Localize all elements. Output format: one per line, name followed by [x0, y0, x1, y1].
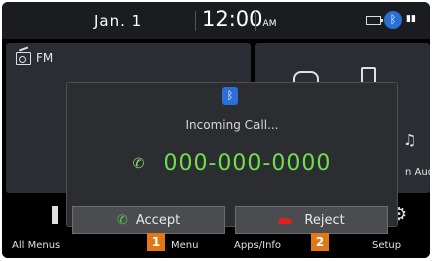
phone-reject-icon: [278, 217, 293, 224]
media-source-label: n Audio: [405, 167, 430, 178]
all-menus-icon: [52, 206, 66, 224]
reject-button[interactable]: Reject: [235, 206, 388, 234]
status-time: 12:00AM: [202, 7, 277, 31]
bluetooth-audio-icon: ♫: [403, 131, 417, 149]
callout-2: 2: [311, 233, 329, 251]
bluetooth-icon: ᛒ: [222, 87, 238, 105]
callout-1: 1: [147, 233, 165, 251]
menu-item-menu[interactable]: Menu: [171, 240, 198, 251]
status-bar: Jan. 1 12:00AM ᛒ ▮▮: [2, 2, 430, 39]
radio-band-label: FM: [36, 51, 54, 65]
caller-number: 000-000-0000: [163, 151, 332, 176]
status-divider: [195, 11, 196, 31]
incoming-call-title: Incoming Call...: [185, 118, 279, 132]
phone-accept-icon: ✆: [116, 213, 128, 228]
status-divider: [255, 11, 256, 31]
incoming-call-popup: ᛒ Incoming Call... ✆ 000-000-0000 ✆ Acce…: [66, 82, 398, 234]
menu-item-all-menus[interactable]: All Menus: [12, 240, 60, 251]
menu-item-apps-info[interactable]: Apps/Info: [234, 240, 281, 251]
caller-row: ✆ 000-000-0000: [67, 151, 397, 176]
reject-label: Reject: [304, 213, 345, 228]
status-ampm: AM: [262, 19, 277, 29]
phone-incoming-icon: ✆: [132, 155, 145, 172]
accept-label: Accept: [135, 213, 181, 228]
radio-icon: [16, 52, 31, 65]
signal-icon: ▮▮: [406, 14, 416, 24]
bluetooth-status-icon: ᛒ: [384, 11, 402, 29]
battery-icon: [366, 16, 383, 25]
accept-button[interactable]: ✆ Accept: [72, 206, 225, 234]
status-date: Jan. 1: [94, 12, 143, 30]
head-unit-screen: Jan. 1 12:00AM ᛒ ▮▮ FM ♫ n Audio ⚙ All M…: [2, 2, 430, 258]
menu-item-setup[interactable]: Setup: [372, 240, 401, 251]
